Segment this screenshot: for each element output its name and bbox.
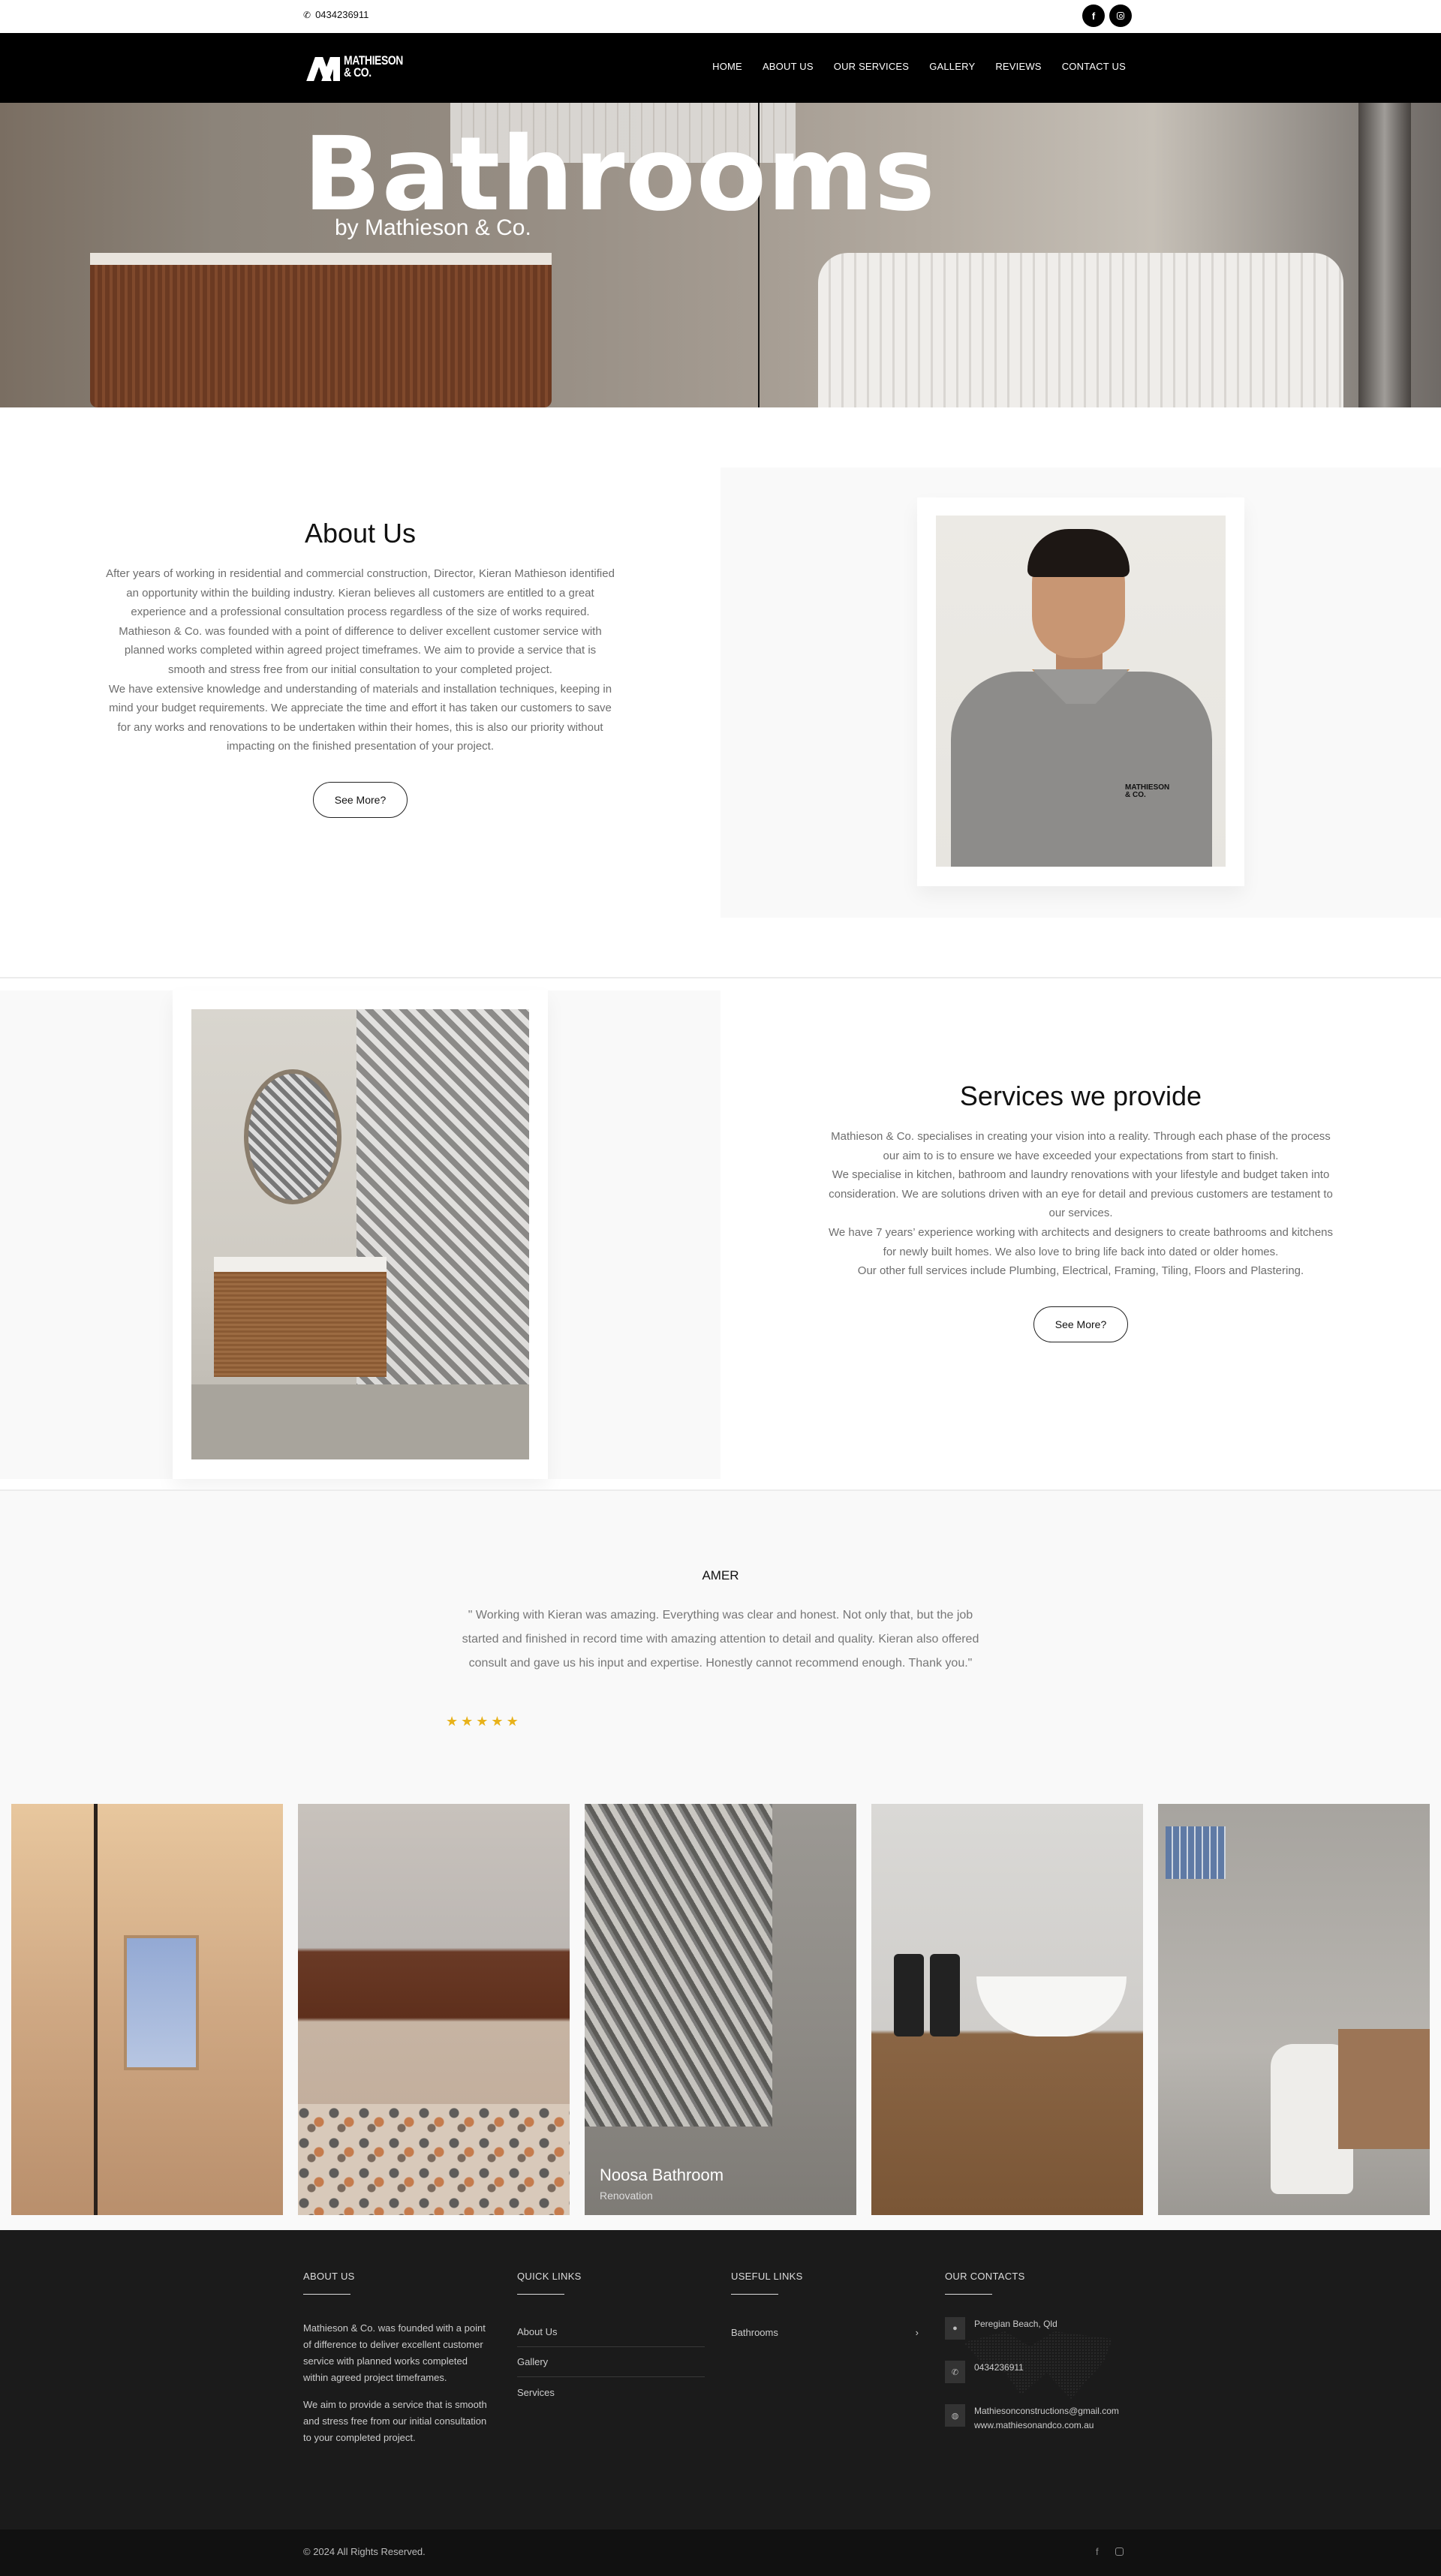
hero-bg-bathtub (818, 253, 1343, 407)
services-paragraph: We specialise in kitchen, bathroom and l… (829, 1168, 1333, 1220)
services-title: Services we provide (959, 1081, 1202, 1111)
top-bar: ✆ 0434236911 f (0, 0, 1441, 33)
nav-reviews[interactable]: REVIEWS (995, 61, 1041, 72)
nav-about-us[interactable]: ABOUT US (763, 61, 814, 72)
about-photo-panel: MATHIESON & CO. (720, 467, 1441, 918)
gallery-item[interactable] (11, 1804, 283, 2215)
about-see-more-button[interactable]: See More? (312, 781, 408, 818)
top-phone[interactable]: ✆ 0434236911 (303, 9, 369, 20)
footer-link-bathrooms[interactable]: Bathrooms › (731, 2317, 919, 2347)
footer-about-heading: ABOUT US (303, 2271, 355, 2282)
instagram-icon[interactable] (1115, 2547, 1124, 2556)
star-icon: ★ (506, 1714, 519, 1730)
star-icon: ★ (476, 1714, 489, 1730)
about-paragraph: We have extensive knowledge and understa… (108, 682, 612, 753)
gallery-item-subtitle: Renovation (600, 2190, 653, 2202)
gallery-item[interactable] (1158, 1804, 1430, 2215)
chevron-right-icon: › (915, 2326, 919, 2338)
services-paragraph: Mathieson & Co. specialises in creating … (831, 1130, 1331, 1162)
nav-our-services[interactable]: OUR SERVICES (834, 61, 909, 72)
section-divider (0, 977, 1441, 978)
about-paragraph: Mathieson & Co. was founded with a point… (119, 624, 602, 676)
photo-frame (173, 990, 548, 1479)
globe-icon: ◍ (945, 2404, 965, 2427)
footer-quick-links-heading: QUICK LINKS (517, 2271, 582, 2282)
logo-text-line2: & CO. (344, 65, 372, 80)
hero-subtitle: by Mathieson & Co. (335, 215, 531, 240)
top-social-links: f (1082, 5, 1132, 27)
footer-bottom-bar: © 2024 All Rights Reserved. f (0, 2529, 1441, 2576)
star-icon: ★ (446, 1714, 459, 1730)
footer-about-text: Mathieson & Co. was founded with a point… (303, 2322, 486, 2383)
footer-link-gallery[interactable]: Gallery (517, 2347, 705, 2377)
nav-gallery[interactable]: GALLERY (929, 61, 975, 72)
photo-frame: MATHIESON & CO. (917, 497, 1244, 886)
footer-useful-links: USEFUL LINKS Bathrooms › (731, 2271, 919, 2347)
director-photo: MATHIESON & CO. (936, 516, 1226, 867)
footer-link-services[interactable]: Services (517, 2377, 705, 2407)
footer-contacts-heading: OUR CONTACTS (945, 2271, 1025, 2282)
facebook-icon[interactable]: f (1096, 2546, 1099, 2557)
contact-address: ● Peregian Beach, Qld (945, 2317, 1163, 2340)
gallery-item[interactable] (871, 1804, 1143, 2215)
top-phone-number: 0434236911 (315, 9, 369, 20)
gallery-item[interactable] (298, 1804, 570, 2215)
logo[interactable]: MATHIESON & CO. (306, 53, 416, 81)
instagram-icon[interactable] (1109, 5, 1132, 27)
footer: ABOUT US Mathieson & Co. was founded wit… (0, 2230, 1441, 2529)
services-see-more-button[interactable]: See More? (1033, 1306, 1129, 1342)
gallery: Noosa Bathroom Renovation (0, 1804, 1441, 2215)
services-photo-panel (0, 990, 720, 1479)
review-quote: " Working with Kieran was amazing. Every… (462, 1609, 979, 1670)
gallery-item[interactable]: Noosa Bathroom Renovation (585, 1804, 856, 2215)
main-navigation: MATHIESON & CO. HOME ABOUT US OUR SERVIC… (0, 33, 1441, 103)
contact-email[interactable]: Mathiesonconstructions@gmail.com (974, 2404, 1119, 2418)
about-paragraph: After years of working in residential an… (106, 567, 615, 619)
star-icon: ★ (491, 1714, 504, 1730)
phone-icon: ✆ (303, 9, 311, 20)
hero-banner: Bathrooms by Mathieson & Co. (0, 103, 1441, 407)
footer-useful-links-heading: USEFUL LINKS (731, 2271, 803, 2282)
contact-website[interactable]: www.mathiesonandco.com.au (974, 2418, 1119, 2433)
contact-phone[interactable]: ✆ 0434236911 (945, 2361, 1163, 2383)
map-pin-icon: ● (945, 2317, 965, 2340)
contact-web: ◍ Mathiesonconstructions@gmail.com www.m… (945, 2404, 1163, 2433)
rating-stars: ★ ★ ★ ★ ★ (446, 1715, 519, 1729)
footer-about-text: We aim to provide a service that is smoo… (303, 2399, 487, 2443)
phone-icon: ✆ (945, 2361, 965, 2383)
services-bathroom-photo (191, 1009, 529, 1459)
reviewer-name: AMER (702, 1568, 739, 1583)
star-icon: ★ (461, 1714, 474, 1730)
nav-menu: HOME ABOUT US OUR SERVICES GALLERY REVIE… (712, 61, 1126, 72)
nav-home[interactable]: HOME (712, 61, 742, 72)
services-body: Mathieson & Co. specialises in creating … (826, 1127, 1336, 1281)
logo-mark-icon (306, 53, 341, 81)
services-paragraph: We have 7 years’ experience working with… (828, 1225, 1334, 1258)
facebook-icon[interactable]: f (1082, 5, 1105, 27)
services-paragraph: Our other full services include Plumbing… (857, 1264, 1304, 1278)
footer-contacts: OUR CONTACTS ● Peregian Beach, Qld ✆ 043… (945, 2271, 1163, 2454)
about-title: About Us (304, 518, 417, 549)
hero-bg-towel-rail (1358, 103, 1411, 407)
footer-link-about-us[interactable]: About Us (517, 2317, 705, 2347)
gallery-item-title: Noosa Bathroom (600, 2166, 724, 2184)
nav-contact-us[interactable]: CONTACT US (1062, 61, 1126, 72)
copyright: © 2024 All Rights Reserved. (303, 2546, 426, 2557)
footer-quick-links: QUICK LINKS About Us Gallery Services (517, 2271, 705, 2407)
about-body: After years of working in residential an… (105, 564, 615, 756)
hero-bg-vanity (90, 253, 552, 407)
footer-about: ABOUT US Mathieson & Co. was founded wit… (303, 2271, 491, 2446)
